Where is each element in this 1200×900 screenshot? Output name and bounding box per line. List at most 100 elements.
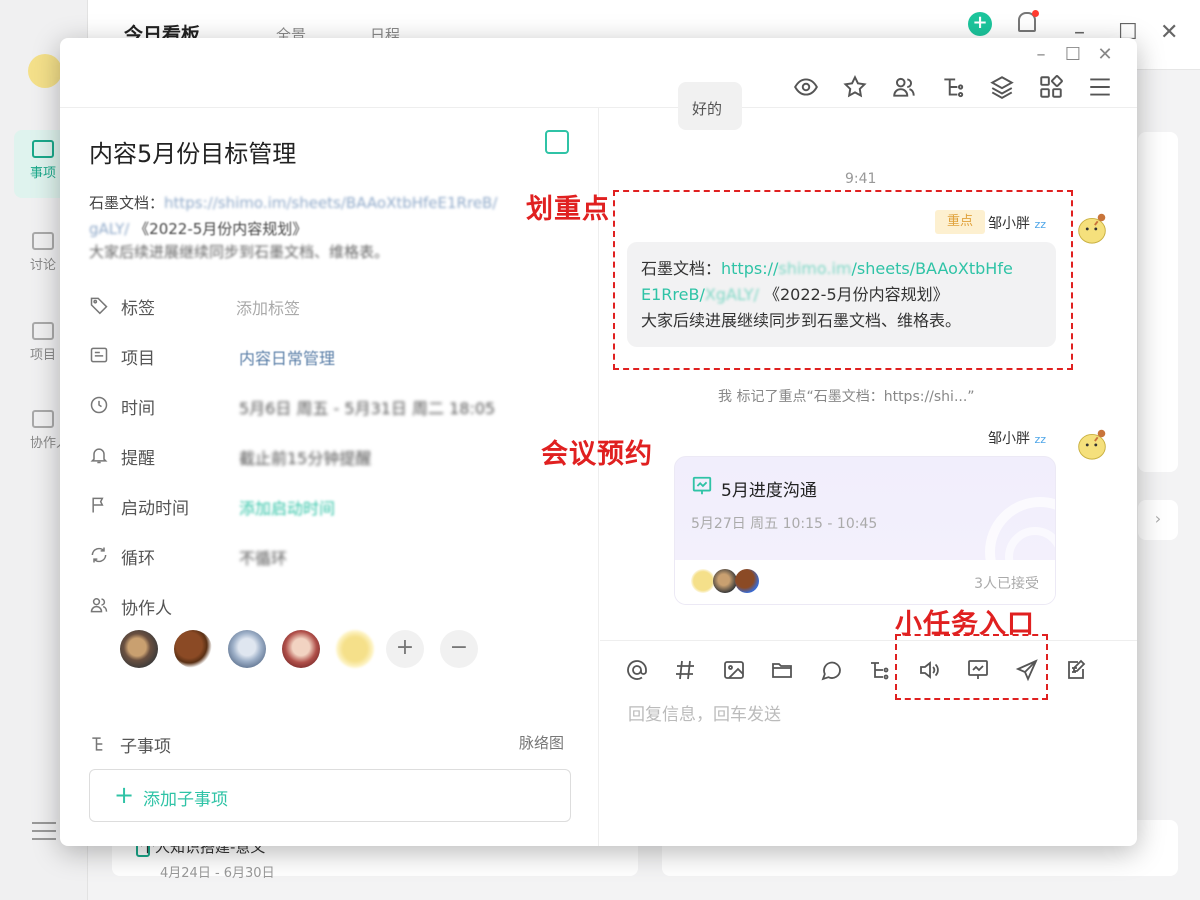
- avatar[interactable]: [336, 630, 374, 668]
- bell-icon: [89, 445, 109, 465]
- background-task-date: 4月24日 - 6月30日: [160, 866, 275, 881]
- desc-link[interactable]: https://shimo.im/sheets/BAAoXtbHfeE1RreB…: [164, 194, 497, 212]
- sender-name: 邹小胖 zz: [988, 428, 1046, 448]
- property-label: 启动时间: [121, 499, 189, 519]
- meeting-title: 5月进度沟通: [721, 481, 817, 501]
- add-collaborator-button[interactable]: +: [386, 630, 424, 668]
- app-logo: [28, 54, 62, 88]
- meeting-card[interactable]: 5月进度沟通 5月27日 周五 10:15 - 10:45 3人已接受: [674, 456, 1056, 605]
- avatar[interactable]: [228, 630, 266, 668]
- property-reminder[interactable]: 提醒 截止前15分钟提醒: [89, 442, 569, 469]
- property-collaborators: 协作人: [89, 592, 569, 619]
- people-icon: [32, 410, 54, 428]
- flag-icon: [89, 495, 109, 515]
- create-button[interactable]: +: [968, 12, 992, 36]
- input-divider: [600, 640, 1137, 641]
- eye-icon[interactable]: [793, 74, 819, 100]
- task-description-line2: 大家后续进展继续同步到石墨文档、维格表。: [89, 241, 389, 262]
- meeting-time: 5月27日 周五 10:15 - 10:45: [691, 516, 878, 532]
- property-repeat[interactable]: 循环 不循环: [89, 542, 569, 569]
- notification-dot: [1032, 10, 1039, 17]
- property-time[interactable]: 时间 5月6日 周五 - 5月31日 周二 18:05: [89, 392, 569, 419]
- sender-name-text: 邹小胖: [988, 431, 1030, 447]
- avatar[interactable]: [120, 630, 158, 668]
- comment-icon[interactable]: [819, 658, 843, 682]
- minimize-icon[interactable]: –: [1030, 44, 1052, 65]
- hierarchy-icon: [89, 734, 109, 754]
- tag-icon: [89, 295, 109, 315]
- folder-icon[interactable]: [770, 658, 794, 682]
- mention-icon[interactable]: [625, 658, 649, 682]
- avatar: [713, 569, 737, 593]
- menu-icon[interactable]: [32, 822, 56, 840]
- hierarchy-icon[interactable]: [940, 74, 966, 100]
- task-title[interactable]: 内容5月份目标管理: [89, 134, 296, 169]
- chat-timestamp: 9:41: [845, 171, 877, 187]
- property-label: 时间: [121, 399, 155, 419]
- task-description[interactable]: 石墨文档：https://shimo.im/sheets/BAAoXtbHfeE…: [89, 190, 559, 242]
- presentation-icon: [692, 476, 712, 495]
- meeting-accepted-count: 3人已接受: [974, 576, 1039, 592]
- avatar[interactable]: [282, 630, 320, 668]
- project-icon: [89, 345, 109, 365]
- folder-icon: [32, 322, 54, 340]
- collaborator-avatars: + −: [120, 630, 540, 670]
- property-label: 提醒: [121, 449, 155, 469]
- clock-icon: [89, 395, 109, 415]
- desc-line2-text: 大家后续进展继续同步到石墨文档、维格表。: [89, 243, 390, 261]
- plus-icon: +: [114, 781, 135, 809]
- subtasks-label: 子事项: [120, 737, 171, 757]
- add-subtask-label: 添加子事项: [143, 790, 228, 810]
- members-icon[interactable]: [891, 74, 917, 100]
- avatar: [691, 569, 715, 593]
- annotation-meeting: 会议预约: [541, 439, 653, 470]
- previous-message-bubble: 好的: [678, 82, 742, 130]
- image-icon[interactable]: [722, 658, 746, 682]
- property-label: 标签: [121, 299, 155, 319]
- desc-prefix: 石墨文档：: [89, 194, 165, 212]
- sender-avatar[interactable]: [1073, 424, 1111, 462]
- star-icon[interactable]: [842, 74, 868, 100]
- background-card: [1138, 132, 1178, 472]
- apps-icon[interactable]: [1038, 74, 1064, 100]
- property-tags[interactable]: 标签 添加标签: [89, 292, 569, 319]
- chevron-right-icon[interactable]: ›: [1138, 500, 1178, 540]
- project-value[interactable]: 内容日常管理: [239, 345, 335, 369]
- add-start-time-link[interactable]: 添加启动时间: [239, 495, 335, 519]
- calendar-icon: [32, 140, 54, 158]
- property-start-time[interactable]: 启动时间 添加启动时间: [89, 492, 569, 519]
- collaborator-icon: [89, 595, 109, 615]
- system-message: 我 标记了重点“石墨文档：https://shi...”: [718, 389, 975, 405]
- message-input[interactable]: 回复信息，回车发送: [628, 700, 781, 725]
- add-subtask-button[interactable]: + 添加子事项: [89, 769, 571, 822]
- reminder-value[interactable]: 截止前15分钟提醒: [239, 445, 371, 469]
- avatar[interactable]: [174, 630, 212, 668]
- close-icon[interactable]: ✕: [1160, 20, 1178, 45]
- property-label: 项目: [121, 349, 155, 369]
- window-toolbar: – ☐ ✕: [60, 38, 1137, 108]
- remove-collaborator-button[interactable]: −: [440, 630, 478, 668]
- layers-icon[interactable]: [989, 74, 1015, 100]
- sender-avatar[interactable]: [1073, 208, 1111, 246]
- repeat-value[interactable]: 不循环: [239, 545, 287, 569]
- hashtag-icon[interactable]: [673, 658, 697, 682]
- add-tag-link[interactable]: 添加标签: [236, 295, 300, 319]
- edit-note-icon[interactable]: [1064, 658, 1088, 682]
- close-icon[interactable]: ✕: [1094, 44, 1116, 65]
- maximize-icon[interactable]: ☐: [1062, 44, 1084, 65]
- property-label: 循环: [121, 549, 155, 569]
- desc-link-cont[interactable]: gALY/: [89, 220, 129, 238]
- lightning-icon: [32, 232, 54, 250]
- annotation-box-mini-task: [895, 634, 1048, 700]
- sleep-icon: zz: [1034, 433, 1047, 446]
- mindmap-link[interactable]: 脉络图: [519, 732, 564, 753]
- property-project[interactable]: 项目 内容日常管理: [89, 342, 569, 369]
- previous-message-text: 好的: [692, 100, 723, 118]
- menu-icon[interactable]: [1087, 74, 1113, 100]
- time-value[interactable]: 5月6日 周五 - 5月31日 周二 18:05: [239, 395, 495, 419]
- loop-icon: [89, 545, 109, 565]
- branch-icon[interactable]: [867, 658, 891, 682]
- avatar: [735, 569, 759, 593]
- task-complete-checkbox[interactable]: [545, 130, 569, 154]
- annotation-box-highlight: [613, 190, 1073, 370]
